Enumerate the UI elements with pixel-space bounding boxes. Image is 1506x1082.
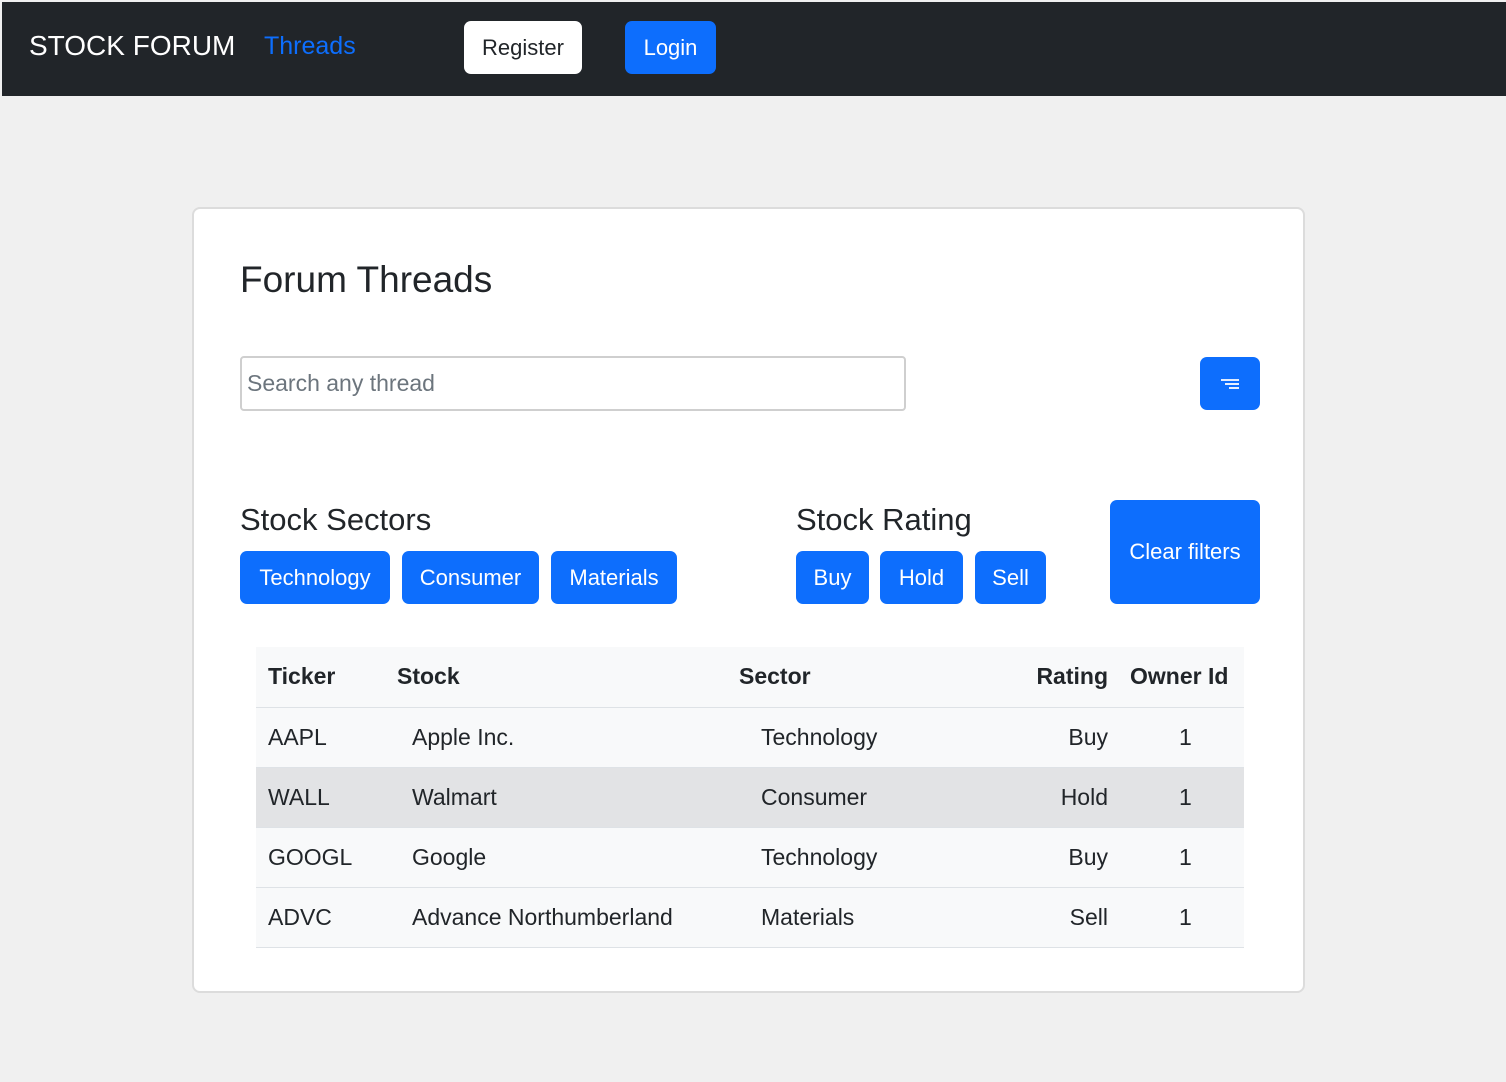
cell-rating: Sell <box>984 887 1120 948</box>
threads-table-wrapper: Ticker Stock Sector Rating Owner Id AAPL… <box>256 647 1244 948</box>
table-row[interactable]: GOOGL Google Technology Buy 1 <box>256 827 1244 888</box>
header-sector: Sector <box>739 647 984 708</box>
cell-owner-id: 1 <box>1120 767 1244 828</box>
header-stock: Stock <box>385 647 739 708</box>
login-button[interactable]: Login <box>625 21 716 74</box>
sector-technology-button[interactable]: Technology <box>240 551 390 604</box>
table-row[interactable]: ADVC Advance Northumberland Materials Se… <box>256 887 1244 948</box>
cell-rating: Buy <box>984 707 1120 768</box>
cell-sector: Materials <box>739 887 984 948</box>
rating-hold-button[interactable]: Hold <box>880 551 963 604</box>
cell-ticker: GOOGL <box>256 827 385 888</box>
stock-rating-title: Stock Rating <box>796 502 972 537</box>
table-header-row: Ticker Stock Sector Rating Owner Id <box>256 647 1244 708</box>
clear-filters-button[interactable]: Clear filters <box>1110 500 1260 604</box>
cell-owner-id: 1 <box>1120 887 1244 948</box>
threads-table: Ticker Stock Sector Rating Owner Id AAPL… <box>256 647 1244 948</box>
filter-lines-icon <box>1221 378 1239 389</box>
cell-rating: Hold <box>984 767 1120 828</box>
cell-ticker: AAPL <box>256 707 385 768</box>
page-frame: STOCK FORUM Threads Register Login Forum… <box>2 2 1506 1082</box>
cell-ticker: ADVC <box>256 887 385 948</box>
stock-sectors-title: Stock Sectors <box>240 502 432 537</box>
rating-buy-button[interactable]: Buy <box>796 551 869 604</box>
header-owner-id: Owner Id <box>1120 647 1244 708</box>
cell-stock: Advance Northumberland <box>385 887 739 948</box>
register-button[interactable]: Register <box>464 21 582 74</box>
header-ticker: Ticker <box>256 647 385 708</box>
cell-rating: Buy <box>984 827 1120 888</box>
cell-owner-id: 1 <box>1120 707 1244 768</box>
brand-logo-text[interactable]: STOCK FORUM <box>29 30 235 62</box>
sector-materials-button[interactable]: Materials <box>551 551 677 604</box>
cell-owner-id: 1 <box>1120 827 1244 888</box>
cell-sector: Technology <box>739 707 984 768</box>
search-input[interactable] <box>240 356 906 411</box>
cell-sector: Consumer <box>739 767 984 828</box>
cell-ticker: WALL <box>256 767 385 828</box>
cell-stock: Apple Inc. <box>385 707 739 768</box>
table-row[interactable]: AAPL Apple Inc. Technology Buy 1 <box>256 707 1244 768</box>
nav-link-threads[interactable]: Threads <box>264 32 356 61</box>
cell-sector: Technology <box>739 827 984 888</box>
cell-stock: Google <box>385 827 739 888</box>
rating-sell-button[interactable]: Sell <box>975 551 1046 604</box>
cell-stock: Walmart <box>385 767 739 828</box>
filter-toggle-button[interactable] <box>1200 357 1260 410</box>
table-row[interactable]: WALL Walmart Consumer Hold 1 <box>256 767 1244 828</box>
page-title: Forum Threads <box>240 259 493 300</box>
sector-consumer-button[interactable]: Consumer <box>402 551 539 604</box>
threads-card: Forum Threads Stock Sectors Technology C… <box>192 207 1305 993</box>
header-rating: Rating <box>984 647 1120 708</box>
navbar: STOCK FORUM Threads Register Login <box>2 2 1506 96</box>
